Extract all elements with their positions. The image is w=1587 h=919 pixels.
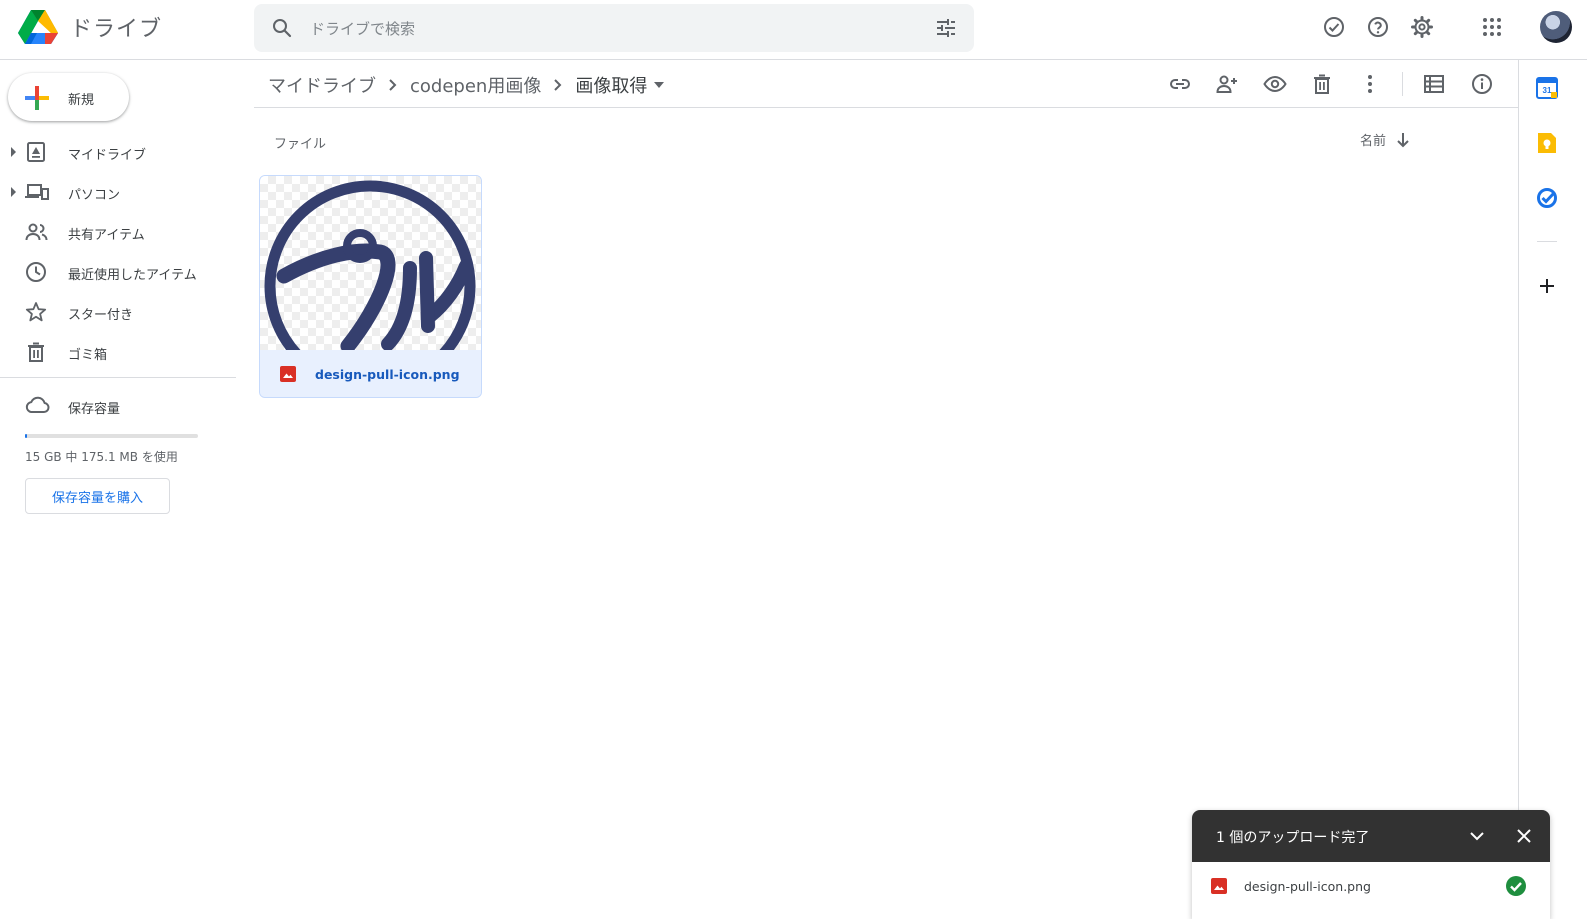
expand-caret-icon[interactable] [10,187,18,197]
cloud-icon [24,394,50,416]
new-button[interactable]: 新規 [8,73,129,121]
list-view-icon[interactable] [1422,72,1446,96]
link-icon[interactable] [1168,72,1192,96]
chevron-right-icon [553,78,563,92]
sidebar-item-label: パソコン [68,188,121,203]
side-panel-divider [1537,241,1557,242]
settings-icon[interactable] [1409,14,1435,40]
content-toolbar: マイドライブ codepen用画像 画像取得 [254,60,1518,108]
search-input[interactable]: ドライブで検索 [310,18,415,39]
upload-item-name: design-pull-icon.png [1244,879,1371,894]
preview-icon[interactable] [1263,72,1287,96]
trash-icon [25,341,47,363]
sidebar-item-recent[interactable]: 最近使用したアイテム [0,252,240,292]
share-icon[interactable] [1215,72,1239,96]
file-name: design-pull-icon.png [315,367,460,382]
info-icon[interactable] [1470,72,1494,96]
sidebar-nav: マイドライブ パソコン 共有アイテム 最近使用したアイテム スター付き ゴミ箱 [0,132,240,372]
add-icon[interactable] [1535,274,1559,298]
avatar[interactable] [1540,11,1572,43]
breadcrumb-item-current[interactable]: 画像取得 [575,72,647,98]
upload-status-panel: 1 個のアップロード完了 design-pull-icon.png [1192,810,1550,919]
drive-logo-icon [18,10,58,44]
buy-storage-button[interactable]: 保存容量を購入 [25,478,170,514]
expand-caret-icon[interactable] [10,147,18,157]
sidebar-item-label: マイドライブ [68,148,147,163]
sidebar-item-label: 最近使用したアイテム [68,268,197,283]
sidebar-item-trash[interactable]: ゴミ箱 [0,332,240,372]
sidebar-item-label: ゴミ箱 [68,348,108,363]
star-icon [25,301,47,323]
arrow-down-icon[interactable] [1396,132,1410,148]
new-button-label: 新規 [68,93,95,108]
keep-icon[interactable] [1535,131,1559,155]
storage-label[interactable]: 保存容量 [68,398,120,417]
file-meta[interactable]: design-pull-icon.png [260,350,481,397]
dropdown-arrow-icon[interactable] [653,81,665,89]
chevron-right-icon [388,78,398,92]
file-thumbnail[interactable] [260,176,481,350]
plus-icon [24,85,50,111]
trash-icon[interactable] [1310,72,1334,96]
chevron-down-icon[interactable] [1465,824,1489,848]
side-panel: 31 [1518,60,1587,919]
files-section-title: ファイル [274,137,327,152]
help-icon[interactable] [1365,14,1391,40]
sidebar-item-label: スター付き [68,308,134,323]
upload-status-title: 1 個のアップロード完了 [1216,830,1370,846]
close-icon[interactable] [1512,824,1536,848]
sidebar-item-label: 共有アイテム [68,228,145,243]
upload-item[interactable]: design-pull-icon.png [1192,862,1550,919]
calendar-day: 31 [1543,86,1552,95]
check-circle-icon [1505,875,1527,897]
search-bar[interactable]: ドライブで検索 [254,4,974,52]
storage-usage-text: 15 GB 中 175.1 MB を使用 [25,450,178,464]
sidebar-item-my-drive[interactable]: マイドライブ [0,132,240,172]
more-vert-icon[interactable] [1358,72,1382,96]
sidebar-divider [0,377,236,378]
computers-icon [25,181,49,203]
image-file-icon [1210,877,1228,895]
storage-usage-fill [25,434,28,438]
calendar-icon[interactable]: 31 [1535,76,1559,100]
image-file-icon [279,365,297,383]
breadcrumb-item-my-drive[interactable]: マイドライブ [268,72,376,98]
sidebar-item-computers[interactable]: パソコン [0,172,240,212]
shared-icon [25,221,48,243]
app-title: ドライブ [70,17,163,42]
toolbar-divider [1402,72,1403,96]
sidebar-item-starred[interactable]: スター付き [0,292,240,332]
drive-logo[interactable]: ドライブ [18,10,162,44]
sort-label: 名前 [1360,134,1387,149]
my-drive-icon [25,141,47,163]
upload-status-header: 1 個のアップロード完了 [1192,810,1550,862]
top-bar: ドライブ ドライブで検索 [0,0,1587,60]
file-card[interactable]: design-pull-icon.png [259,175,482,398]
sidebar-item-shared[interactable]: 共有アイテム [0,212,240,252]
sort-by-name[interactable]: 名前 [1360,130,1410,149]
search-options-icon[interactable] [934,16,958,40]
apps-grid-icon[interactable] [1479,14,1505,40]
pull-logo-image [264,180,476,350]
sidebar: 新規 マイドライブ パソコン 共有アイテム 最近使用したアイテム スター付き ゴ… [0,60,240,919]
breadcrumb-item-folder[interactable]: codepen用画像 [410,72,541,98]
breadcrumb: マイドライブ codepen用画像 画像取得 [268,72,665,98]
storage-usage-bar [25,434,198,438]
clock-icon [25,261,47,283]
tasks-icon[interactable] [1535,186,1559,210]
status-check-icon[interactable] [1321,14,1347,40]
search-icon[interactable] [270,16,294,40]
